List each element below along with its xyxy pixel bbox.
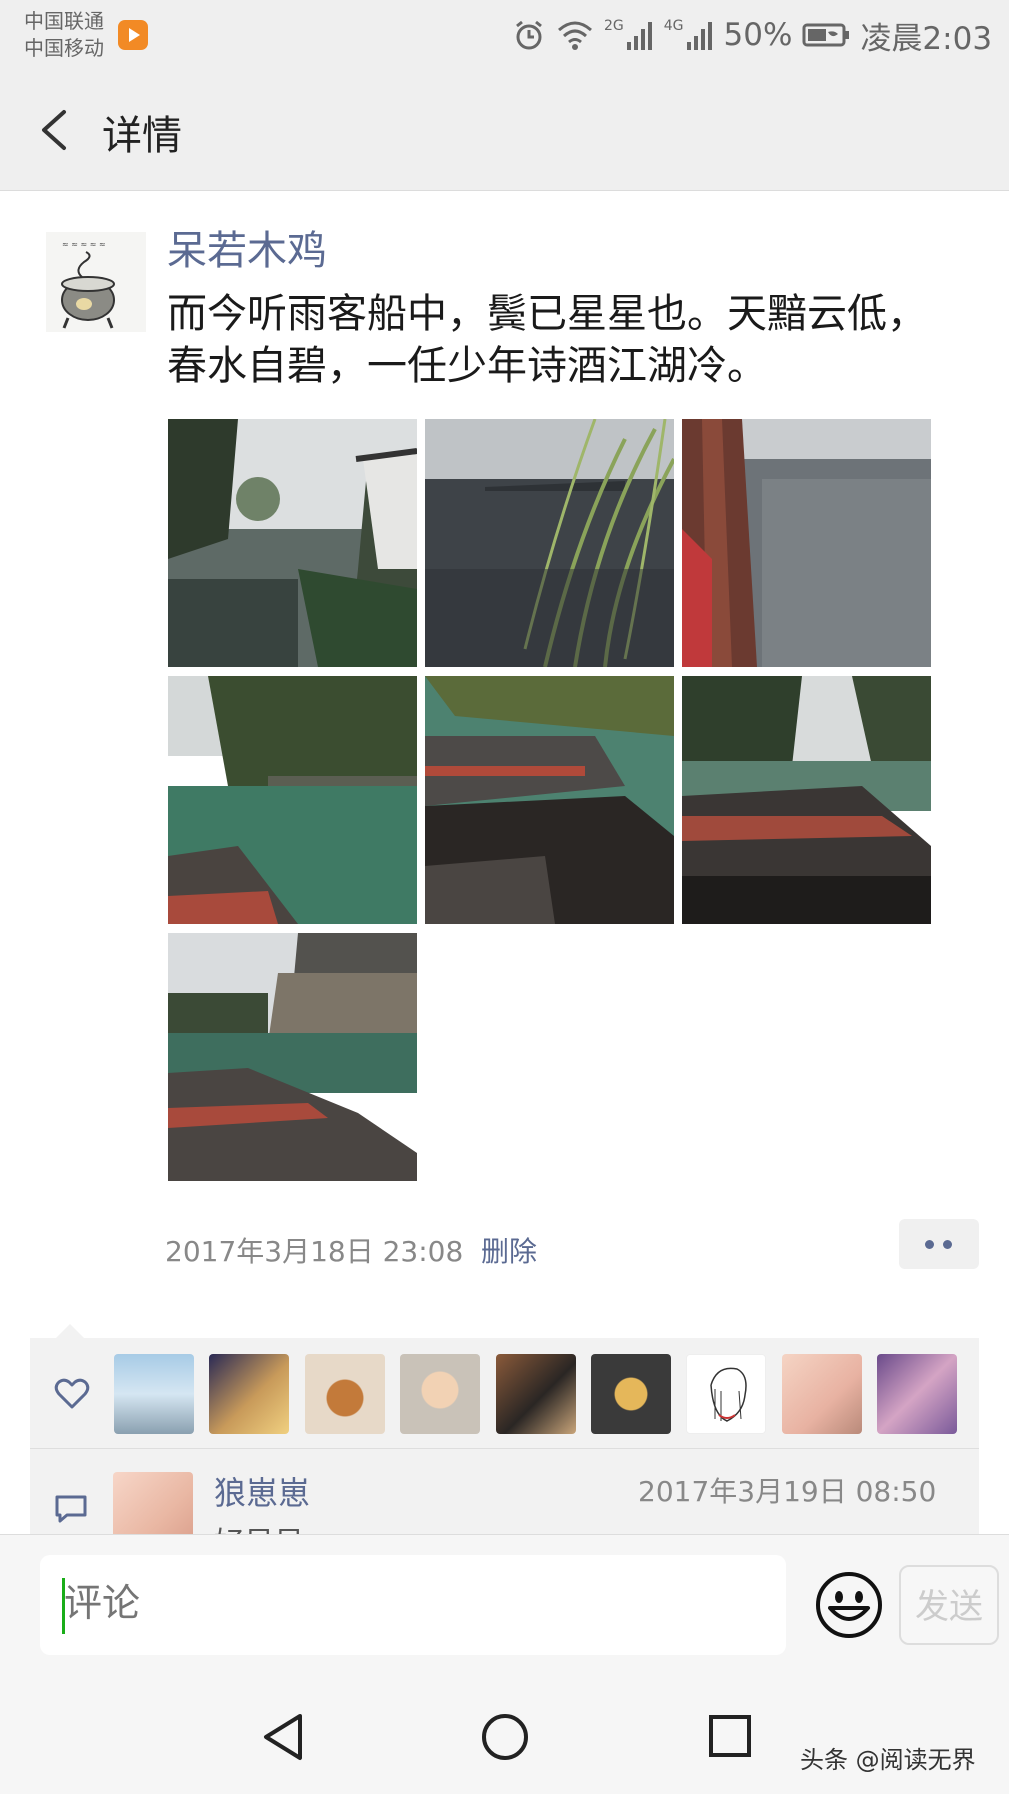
nav-recent-apps-icon[interactable]	[708, 1714, 752, 1758]
liker-avatar[interactable]	[591, 1354, 671, 1434]
back-arrow-icon[interactable]	[36, 108, 70, 152]
signal-icon-2	[686, 22, 712, 50]
nav-home-icon[interactable]	[480, 1712, 530, 1762]
page-title: 详情	[102, 113, 182, 159]
comment-timestamp: 2017年3月19日 08:50	[638, 1475, 937, 1508]
post-photo-6[interactable]	[682, 676, 931, 924]
alarm-icon	[516, 20, 542, 50]
liker-avatar[interactable]	[496, 1354, 576, 1434]
status-icons: 2G 4G 50% 凌晨2:03	[512, 14, 993, 57]
liker-avatar[interactable]	[877, 1354, 957, 1434]
dot-icon	[943, 1240, 952, 1249]
liker-avatar[interactable]	[400, 1354, 480, 1434]
svg-text:≈ ≈ ≈ ≈ ≈: ≈ ≈ ≈ ≈ ≈	[62, 240, 106, 249]
sketch-girl-image	[710, 1367, 747, 1422]
liker-avatar[interactable]	[782, 1354, 862, 1434]
cauldron-avatar-image: ≈ ≈ ≈ ≈ ≈	[46, 232, 146, 332]
post-photo-2[interactable]	[425, 419, 674, 667]
liker-avatar[interactable]	[686, 1354, 766, 1434]
carrier-2: 中国移动	[24, 36, 104, 60]
video-app-icon	[118, 20, 148, 50]
likes-pointer	[56, 1324, 84, 1338]
post-photo-4[interactable]	[168, 676, 417, 924]
text-cursor	[62, 1578, 65, 1634]
post-photo-3[interactable]	[682, 419, 931, 667]
network-4g-label: 4G	[663, 18, 684, 34]
post-photo-5[interactable]	[425, 676, 674, 924]
delete-post-link[interactable]: 删除	[481, 1230, 537, 1270]
liker-avatar[interactable]	[305, 1354, 385, 1434]
heart-icon	[54, 1378, 90, 1409]
watermark: 头条 @阅读无界	[800, 1746, 976, 1774]
post-photo-1[interactable]	[168, 419, 417, 667]
post-photo-7[interactable]	[168, 933, 417, 1181]
more-actions-button[interactable]	[899, 1219, 979, 1269]
send-button[interactable]: 发送	[899, 1565, 999, 1645]
status-time: 凌晨2:03	[860, 20, 993, 57]
wifi-icon	[558, 21, 592, 50]
dot-icon	[925, 1240, 934, 1249]
carrier-info: 中国联通 中国移动	[24, 8, 104, 62]
smiley-emoji-icon[interactable]	[814, 1570, 884, 1640]
comment-icon	[55, 1495, 87, 1523]
post-author-name[interactable]: 呆若木鸡	[167, 218, 327, 276]
author-avatar[interactable]: ≈ ≈ ≈ ≈ ≈	[46, 232, 146, 332]
carrier-1: 中国联通	[24, 9, 104, 33]
nav-back-icon[interactable]	[260, 1712, 306, 1762]
commenter-name[interactable]: 狼崽崽	[214, 1468, 310, 1514]
liker-avatar[interactable]	[209, 1354, 289, 1434]
post-timestamp: 2017年3月18日 23:08	[165, 1235, 464, 1268]
liker-avatar[interactable]	[114, 1354, 194, 1434]
signal-icon-1	[626, 22, 652, 50]
post-text: 而今听雨客船中，鬓已星星也。天黯云低，春水自碧，一任少年诗酒江湖冷。	[167, 291, 927, 389]
comment-input[interactable]	[62, 1580, 766, 1626]
battery-icon	[802, 23, 850, 47]
network-2g-label: 2G	[604, 18, 624, 34]
battery-percent: 50%	[723, 17, 793, 53]
